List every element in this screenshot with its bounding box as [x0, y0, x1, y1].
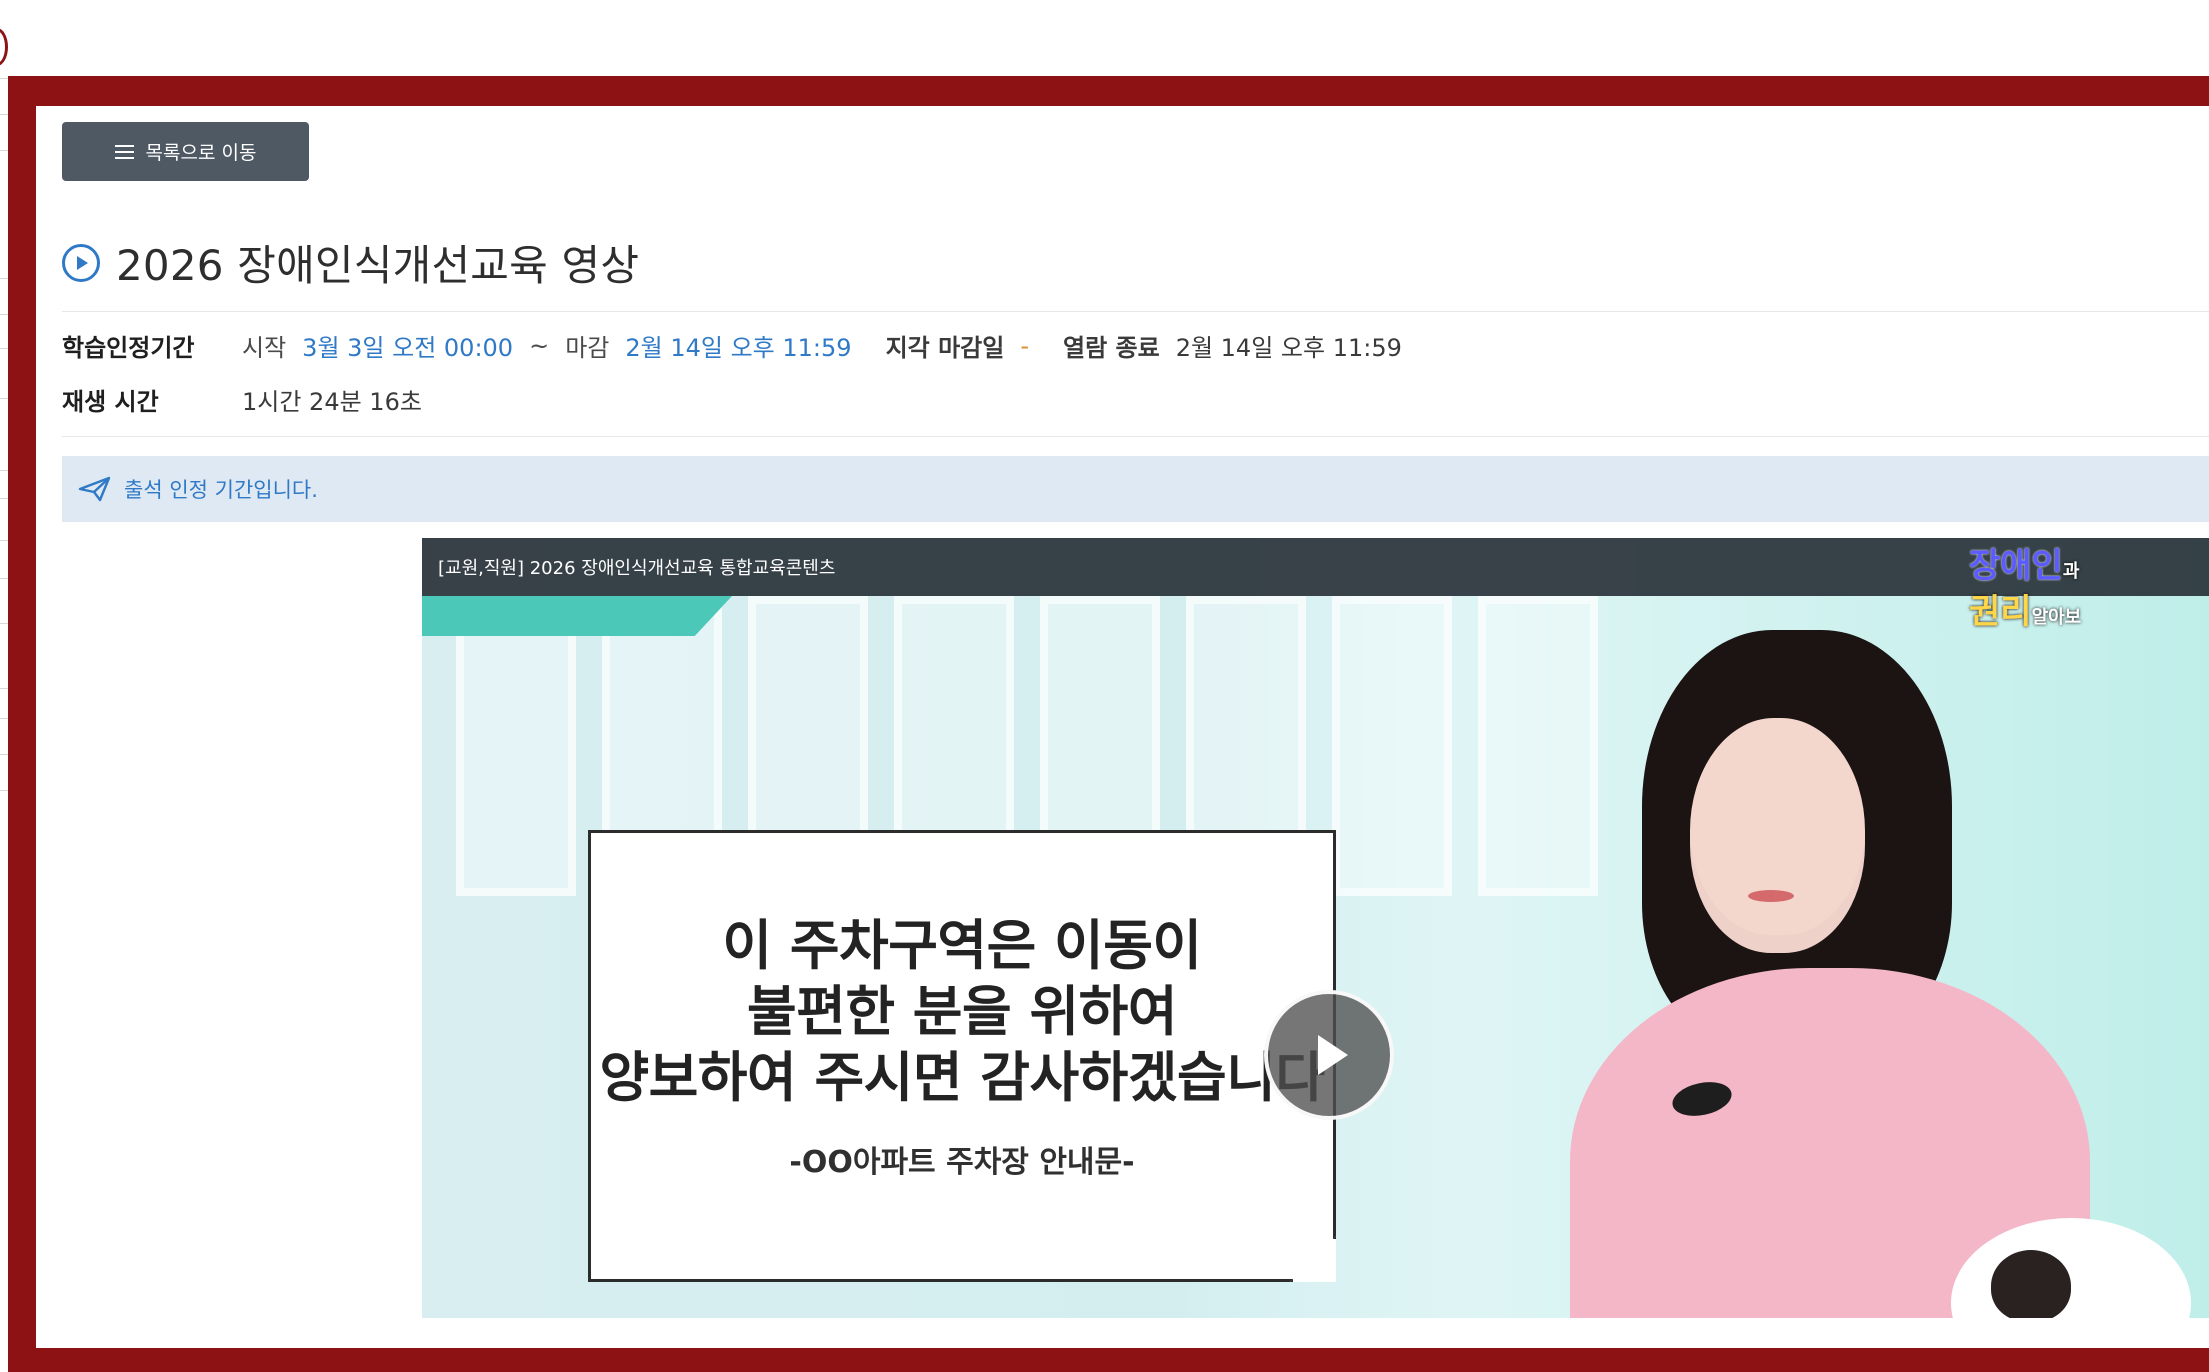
- play-time-value: 1시간 24분 16초: [242, 388, 422, 416]
- content-frame: 목록으로 이동 2026 장애인식개선교육 영상 학습인정기간 시작 3월 3일…: [8, 76, 2209, 1372]
- late-deadline-value: -: [1020, 331, 1029, 360]
- attendance-notice: 출석 인정 기간입니다.: [62, 456, 2209, 522]
- start-value: 3월 3일 오전 00:00: [302, 334, 514, 362]
- sign-fold: [1290, 1236, 1336, 1282]
- play-time-label: 재생 시간: [62, 388, 159, 416]
- sign-caption: -OO아파트 주차장 안내문-: [789, 1145, 1135, 1180]
- window-frame: [456, 596, 576, 896]
- video-title: [교원,직원] 2026 장애인식개선교육 통합교육콘텐츠: [438, 558, 836, 579]
- content-panel: 목록으로 이동 2026 장애인식개선교육 영상 학습인정기간 시작 3월 3일…: [36, 106, 2209, 1348]
- sign-line-2: 불편한 분을 위하여: [746, 980, 1178, 1043]
- date-separator: ~: [529, 331, 550, 360]
- video-corner-badge: [422, 596, 732, 636]
- page-title: 2026 장애인식개선교육 영상: [116, 241, 640, 290]
- window-frame: [1478, 596, 1598, 896]
- play-time-row: 재생 시간 1시간 24분 16초: [62, 382, 422, 417]
- video-play-button[interactable]: [1264, 990, 1394, 1120]
- deadline-value: 2월 14일 오후 11:59: [625, 334, 852, 362]
- start-label: 시작: [242, 334, 287, 362]
- top-divider: [62, 311, 2209, 312]
- late-deadline-label: 지각 마감일: [885, 334, 1005, 362]
- presenter-lips: [1748, 890, 1794, 902]
- period-label: 학습인정기간: [62, 334, 195, 362]
- menu-icon: [114, 144, 134, 159]
- play-icon: [1318, 1035, 1348, 1075]
- deadline-label: 마감: [565, 334, 610, 362]
- corner-mark: [0, 28, 8, 66]
- badge-line2: 권리: [1969, 592, 2032, 632]
- back-to-list-label: 목록으로 이동: [145, 142, 257, 164]
- video-brand-badge: 장애인과 권리알아보: [1969, 546, 2209, 636]
- badge-line1-small: 과: [2062, 561, 2080, 582]
- play-circle-icon: [62, 243, 100, 282]
- view-end-label: 열람 종료: [1063, 334, 1160, 362]
- video-player[interactable]: [교원,직원] 2026 장애인식개선교육 통합교육콘텐츠 장애인과 권리알아보…: [422, 538, 2209, 1318]
- presenter-face: [1690, 718, 1865, 953]
- title-row: 2026 장애인식개선교육 영상: [62, 232, 639, 293]
- inset-presenter-head: [1991, 1250, 2071, 1318]
- back-to-list-button[interactable]: 목록으로 이동: [62, 122, 309, 181]
- period-info-row: 학습인정기간 시작 3월 3일 오전 00:00 ~ 마감 2월 14일 오후 …: [62, 328, 1402, 363]
- window-frame: [1332, 596, 1452, 896]
- bottom-divider: [62, 436, 2209, 437]
- sign-line-1: 이 주차구역은 이동이: [722, 914, 1202, 977]
- parking-sign-card: 이 주차구역은 이동이 불편한 분을 위하여 양보하여 주시면 감사하겠습니다 …: [588, 830, 1336, 1282]
- attendance-notice-text: 출석 인정 기간입니다.: [124, 478, 318, 502]
- badge-line1: 장애인: [1969, 546, 2063, 586]
- video-title-bar: [교원,직원] 2026 장애인식개선교육 통합교육콘텐츠: [422, 538, 2209, 596]
- view-end-value: 2월 14일 오후 11:59: [1175, 334, 1402, 362]
- send-icon: [78, 476, 111, 502]
- sign-line-3: 양보하여 주시면 감사하겠습니다: [599, 1046, 1325, 1109]
- badge-line2-small: 알아보: [2031, 607, 2082, 628]
